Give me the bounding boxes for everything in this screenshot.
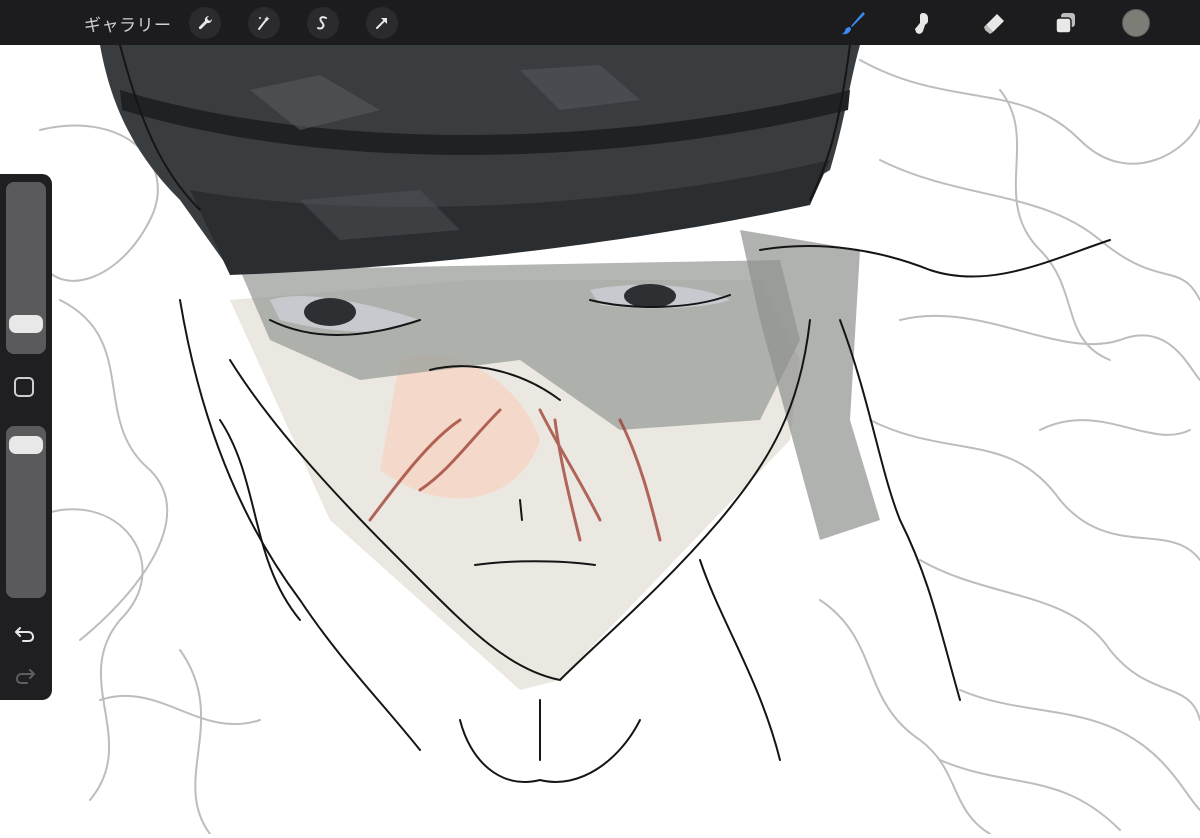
brush-size-thumb[interactable]	[9, 315, 43, 334]
smudge-icon	[915, 13, 928, 34]
undo-button[interactable]	[12, 620, 38, 646]
layers-icon	[1055, 13, 1075, 34]
opacity-slider[interactable]	[6, 426, 46, 598]
gallery-button[interactable]: ギャラリー	[84, 11, 172, 36]
brush-icon	[842, 12, 865, 35]
opacity-thumb[interactable]	[9, 436, 43, 455]
transform-arrow-icon	[376, 18, 387, 29]
eraser-icon	[984, 14, 1004, 34]
actions-button[interactable]	[189, 7, 221, 39]
wrench-icon	[198, 15, 213, 30]
selection-s-icon	[317, 16, 327, 30]
adjustments-button[interactable]	[248, 7, 280, 39]
transform-button[interactable]	[366, 7, 398, 39]
drawing-canvas[interactable]	[0, 44, 1200, 835]
redo-button[interactable]	[12, 662, 38, 688]
brush-button[interactable]	[836, 6, 870, 40]
undo-icon	[15, 627, 35, 642]
artwork	[29, 44, 1200, 835]
left-sidebar	[0, 174, 52, 700]
color-swatch	[1122, 9, 1150, 37]
magic-wand-icon	[258, 16, 270, 30]
top-toolbar: ギャラリー	[0, 0, 1200, 45]
brush-size-slider[interactable]	[6, 182, 46, 354]
selection-button[interactable]	[307, 7, 339, 39]
layers-button[interactable]	[1048, 6, 1082, 40]
smudge-button[interactable]	[905, 6, 939, 40]
color-button[interactable]	[1119, 6, 1153, 40]
modify-button[interactable]	[14, 377, 34, 397]
eraser-button[interactable]	[977, 6, 1011, 40]
redo-icon	[15, 669, 35, 684]
